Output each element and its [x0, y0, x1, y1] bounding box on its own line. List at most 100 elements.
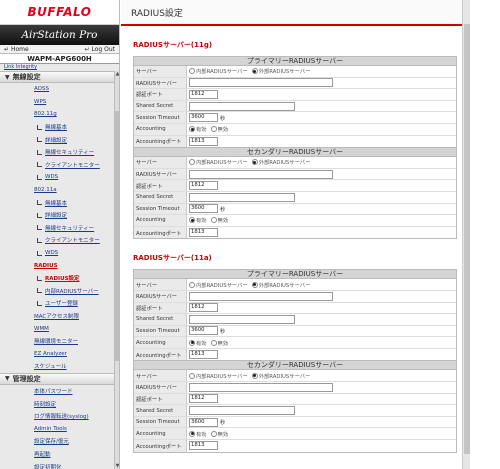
seconds-unit: 秒	[220, 420, 226, 427]
radio-button[interactable]	[189, 372, 195, 379]
sidebar-item[interactable]: WPS	[0, 96, 114, 109]
main-scrollbar[interactable]	[462, 0, 470, 469]
auth-port-input[interactable]: 1812	[189, 303, 218, 313]
sidebar-item[interactable]: RADIUS設定	[0, 272, 114, 285]
sidebar-item[interactable]: ユーザー登録	[0, 297, 114, 310]
sidebar-item[interactable]: 設定初期化	[0, 460, 114, 469]
radio-button[interactable]	[251, 159, 258, 166]
logout-label: Log Out	[91, 45, 115, 53]
sidebar-item[interactable]: 無線セキュリティー	[0, 146, 114, 159]
sidebar-item[interactable]: 802.11a	[0, 184, 114, 197]
sidebar-item[interactable]: Admin Tools	[0, 422, 114, 435]
field-label: サーバー	[134, 279, 187, 290]
external-radius-radio[interactable]: 外部RADIUSサーバー	[251, 281, 310, 289]
external-radius-radio[interactable]: 外部RADIUSサーバー	[251, 67, 310, 75]
sidebar-item[interactable]: WMM	[0, 322, 114, 335]
accounting-disable-radio[interactable]: 無効	[210, 216, 228, 224]
internal-radius-radio[interactable]: 内部RADIUSサーバー	[189, 67, 248, 75]
radio-button[interactable]	[189, 430, 195, 437]
radio-button[interactable]	[189, 339, 195, 346]
radio-button[interactable]	[189, 159, 195, 166]
radio-button[interactable]	[189, 281, 195, 288]
radius-server-input[interactable]	[189, 169, 333, 179]
auth-port-input[interactable]: 1812	[189, 181, 218, 191]
radio-button[interactable]	[189, 126, 195, 133]
accounting-port-input[interactable]: 1813	[189, 228, 218, 238]
radio-button[interactable]	[251, 68, 258, 75]
sidebar-item[interactable]: 設定保存/復元	[0, 435, 114, 448]
auth-port-input[interactable]: 1812	[189, 89, 218, 99]
section-admin[interactable]: ▼ 管理設定	[0, 372, 114, 385]
sidebar-item[interactable]: 内部RADIUSサーバー	[0, 285, 114, 298]
radius-server-input[interactable]	[189, 382, 333, 392]
session-timeout-input[interactable]: 3600	[189, 417, 218, 427]
sidebar-item[interactable]: MACアクセス制限	[0, 310, 114, 323]
scroll-up-icon[interactable]: ▲	[115, 71, 119, 77]
radius-server-input[interactable]	[189, 291, 333, 301]
sidebar-item[interactable]: ログ情報転送(syslog)	[0, 410, 114, 423]
sidebar-item[interactable]: WDS	[0, 247, 114, 260]
accounting-disable-radio[interactable]: 無効	[210, 430, 228, 438]
radio-button[interactable]	[189, 68, 195, 75]
accounting-enable-radio[interactable]: 有効	[189, 125, 207, 133]
radius-server-input[interactable]	[189, 78, 333, 88]
radio-button[interactable]	[210, 126, 217, 133]
radio-button[interactable]	[210, 339, 217, 346]
sidebar-item[interactable]: 本体パスワード	[0, 385, 114, 398]
sidebar-item[interactable]: WDS	[0, 171, 114, 184]
session-timeout-input[interactable]: 3600	[189, 326, 218, 336]
internal-radius-radio[interactable]: 内部RADIUSサーバー	[189, 281, 248, 289]
accounting-enable-radio[interactable]: 有効	[189, 339, 207, 347]
shared-secret-input[interactable]	[189, 101, 295, 111]
radio-label: 外部RADIUSサーバー	[258, 373, 311, 380]
link-integrity-link[interactable]: Link Integrity	[0, 64, 119, 70]
session-timeout-row: Session Timeout 3600 秒	[134, 325, 456, 338]
radio-button[interactable]	[210, 430, 217, 437]
home-link[interactable]: ↵ Home	[4, 46, 29, 53]
sidebar-scrollbar[interactable]: ▲ ▼	[114, 71, 119, 469]
accounting-port-input[interactable]: 1813	[189, 136, 218, 146]
shared-secret-input[interactable]	[189, 314, 295, 324]
sidebar-item[interactable]: 無線基本	[0, 121, 114, 134]
sidebar-item[interactable]: 詳細設定	[0, 133, 114, 146]
logout-link[interactable]: ↵ Log Out	[85, 46, 115, 53]
sidebar-item[interactable]: RADIUS	[0, 259, 114, 272]
accounting-port-input[interactable]: 1813	[189, 441, 218, 451]
radio-button[interactable]	[210, 217, 217, 224]
shared-secret-input[interactable]	[189, 406, 295, 416]
scroll-down-icon[interactable]: ▼	[115, 463, 119, 469]
session-timeout-input[interactable]: 3600	[189, 204, 218, 214]
sidebar-item-label: 設定保存/復元	[34, 439, 69, 446]
accounting-disable-radio[interactable]: 無効	[210, 125, 228, 133]
sidebar-item[interactable]: 無線基本	[0, 196, 114, 209]
sidebar-item[interactable]: スケジュール	[0, 360, 114, 373]
accounting-enable-radio[interactable]: 有効	[189, 430, 207, 438]
sidebar-item[interactable]: 詳細設定	[0, 209, 114, 222]
field-value: 3600 秒	[187, 113, 456, 123]
sidebar-item[interactable]: AOSS	[0, 83, 114, 96]
radio-button[interactable]	[189, 217, 195, 224]
sidebar-item[interactable]: クライアントモニター	[0, 159, 114, 172]
sidebar-item[interactable]: EZ Analyzer	[0, 347, 114, 360]
sidebar-item[interactable]: クライアントモニター	[0, 234, 114, 247]
auth-port-input[interactable]: 1812	[189, 394, 218, 404]
internal-radius-radio[interactable]: 内部RADIUSサーバー	[189, 158, 248, 166]
sidebar-scrollbar-thumb[interactable]	[115, 111, 119, 361]
external-radius-radio[interactable]: 外部RADIUSサーバー	[251, 158, 310, 166]
sidebar-item[interactable]: 無線環境モニター	[0, 335, 114, 348]
radio-button[interactable]	[251, 372, 258, 379]
accounting-enable-radio[interactable]: 有効	[189, 216, 207, 224]
accounting-disable-radio[interactable]: 無効	[210, 339, 228, 347]
sidebar-item[interactable]: 無線セキュリティー	[0, 222, 114, 235]
sidebar-item[interactable]: 再起動	[0, 448, 114, 461]
shared-secret-input[interactable]	[189, 192, 295, 202]
sidebar-menu: ▼ 無線設定 AOSS WPS 802.11g 無線基本 詳細設定 無線セキュリティー クラ…	[0, 71, 119, 469]
internal-radius-radio[interactable]: 内部RADIUSサーバー	[189, 372, 248, 380]
accounting-port-input[interactable]: 1813	[189, 350, 218, 360]
session-timeout-input[interactable]: 3600	[189, 113, 218, 123]
radio-button[interactable]	[251, 281, 258, 288]
sidebar-item[interactable]: 802.11g	[0, 108, 114, 121]
section-wireless[interactable]: ▼ 無線設定	[0, 71, 114, 83]
external-radius-radio[interactable]: 外部RADIUSサーバー	[251, 372, 311, 380]
sidebar-item[interactable]: 時刻設定	[0, 397, 114, 410]
